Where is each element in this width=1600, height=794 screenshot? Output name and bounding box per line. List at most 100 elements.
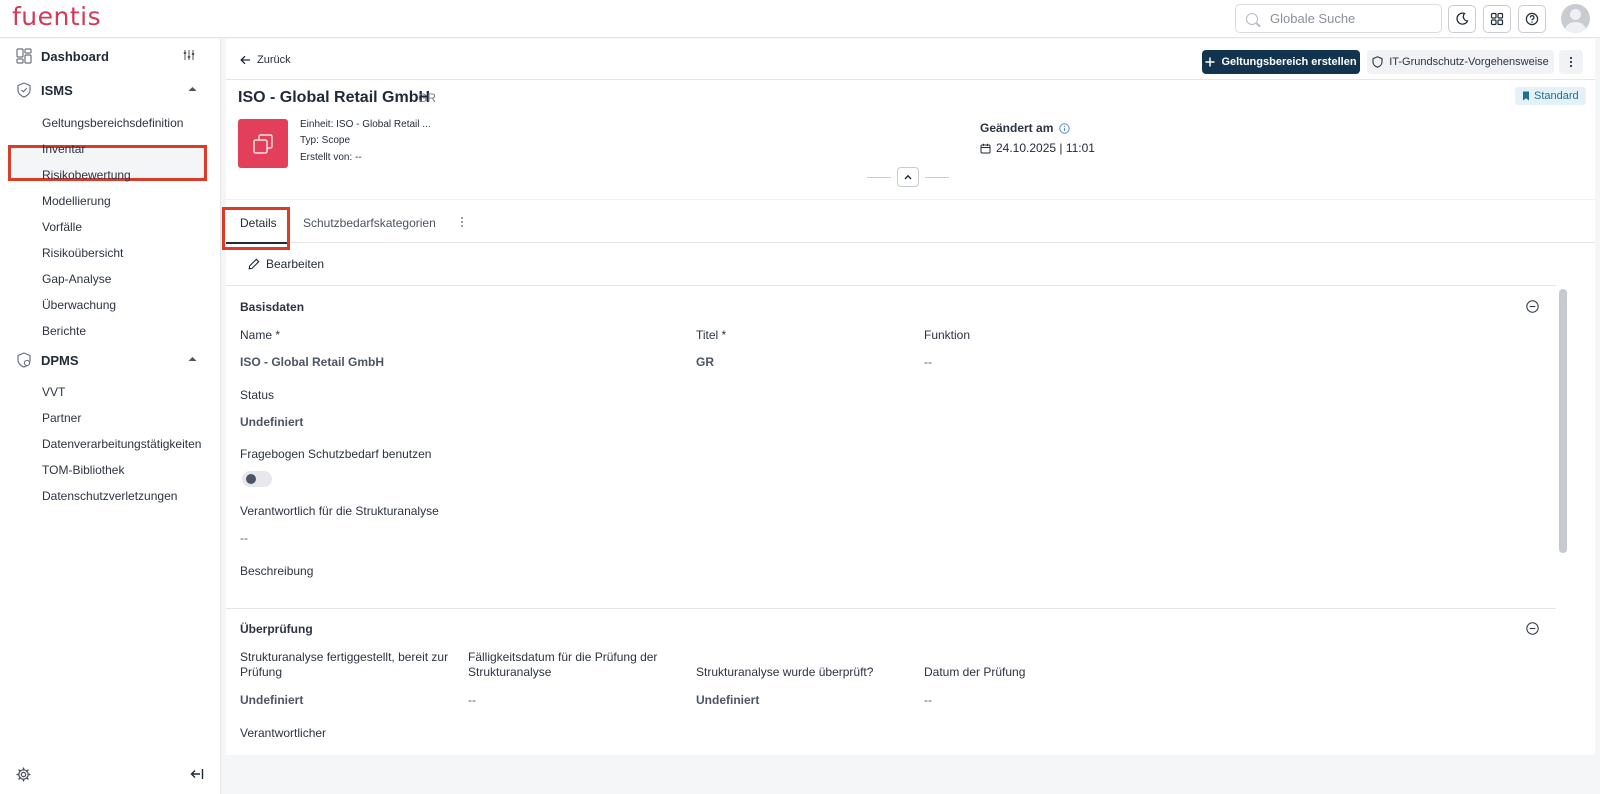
sidebar-item-risikouebersicht[interactable]: Risikoübersicht (42, 246, 123, 260)
field-strukturanalyse-fertig-label-line1: Strukturanalyse fertiggestellt, bereit z… (240, 650, 449, 664)
user-avatar[interactable] (1561, 4, 1590, 33)
sidebar-item-modellierung[interactable]: Modellierung (42, 194, 111, 208)
field-ueberprueft-label: Strukturanalyse wurde überprüft? (696, 665, 874, 679)
field-titel-value: GR (696, 355, 714, 369)
sidebar-label-isms: ISMS (41, 82, 73, 98)
sidebar-item-datenverarbeitungstaetigkeiten[interactable]: Datenverarbeitungstätigkeiten (42, 437, 201, 451)
field-faelligkeitsdatum-label-line1: Fälligkeitsdatum für die Prüfung der (468, 650, 658, 664)
field-strukturanalyse-fertig-label-line2: Prüfung (240, 665, 283, 679)
sidebar-group-dpms[interactable]: DPMS (0, 345, 221, 375)
customize-sliders-icon[interactable] (183, 49, 195, 61)
meta-unit: Einheit: ISO - Global Retail ... (300, 119, 431, 130)
field-status-value: Undefiniert (240, 415, 304, 429)
help-button[interactable] (1518, 5, 1546, 33)
sidebar-label-dpms: DPMS (41, 352, 79, 368)
field-titel-label: Titel * (696, 328, 727, 342)
tab-details-highlight (222, 207, 290, 250)
apps-grid-icon (1490, 12, 1504, 26)
back-link[interactable]: Zurück (240, 54, 291, 66)
kebab-menu-icon (1569, 56, 1573, 68)
pencil-icon (248, 258, 260, 270)
field-status-label: Status (240, 388, 275, 402)
section-ueberpruefung-title: Überprüfung (240, 622, 313, 636)
tabs-more-icon[interactable] (460, 216, 464, 228)
sidebar-item-berichte[interactable]: Berichte (42, 324, 86, 338)
collapse-sidebar-icon[interactable] (190, 768, 204, 780)
section-basisdaten-title: Basisdaten (240, 300, 305, 314)
top-bar: fuentis (0, 0, 1600, 38)
apps-button[interactable] (1483, 5, 1511, 33)
field-ueberprueft-value: Undefiniert (696, 693, 760, 707)
sidebar-item-vvt[interactable]: VVT (42, 385, 65, 399)
fragebogen-toggle[interactable] (242, 471, 272, 487)
main-content: Zurück Geltungsbereich erstellen IT-Grun… (222, 39, 1595, 755)
field-faelligkeitsdatum-value: -- (468, 693, 476, 707)
bookmark-icon (1523, 91, 1529, 101)
sidebar-label-dashboard: Dashboard (41, 48, 109, 64)
dashboard-icon (16, 48, 32, 64)
chevron-up-icon[interactable] (188, 86, 197, 92)
field-datum-pruefung-label: Datum der Prüfung (924, 665, 1026, 679)
chevron-up-icon[interactable] (188, 356, 197, 362)
field-name-value: ISO - Global Retail GmbH (240, 355, 385, 369)
create-scope-button[interactable]: Geltungsbereich erstellen (1202, 50, 1360, 74)
header-collapse-control (867, 167, 949, 187)
edit-button[interactable]: Bearbeiten (248, 257, 324, 271)
field-strukturanalyse-fertig-value: Undefiniert (240, 693, 304, 707)
meta-type: Typ: Scope (300, 135, 351, 146)
sidebar-item-gap-analyse[interactable]: Gap-Analyse (42, 272, 111, 286)
tab-schutzbedarfskategorien[interactable]: Schutzbedarfskategorien (303, 216, 436, 230)
sidebar-item-inventar[interactable]: Inventar (42, 142, 85, 156)
content-scrollbar[interactable] (1559, 289, 1567, 553)
field-funktion-label: Funktion (924, 328, 971, 342)
standard-badge: Standard (1515, 87, 1586, 105)
changed-at-value: 24.10.2025 | 11:01 (980, 141, 1095, 155)
field-fragebogen-label: Fragebogen Schutzbedarf benutzen (240, 447, 432, 461)
create-scope-label: Geltungsbereich erstellen (1221, 56, 1357, 68)
field-name-label: Name * (240, 328, 281, 342)
calendar-icon (980, 143, 991, 153)
collapse-divider-left (867, 176, 891, 178)
shield-check-icon (17, 82, 31, 98)
sidebar-item-dashboard[interactable]: Dashboard (0, 41, 221, 71)
field-strukturanalyse-fertig-label: Strukturanalyse fertiggestellt, bereit z… (240, 650, 448, 680)
chevron-up-icon (904, 174, 912, 180)
sidebar-group-isms[interactable]: ISMS (0, 75, 221, 105)
shield-icon (1372, 56, 1383, 68)
global-search-input[interactable] (1270, 11, 1430, 26)
sidebar-item-geltungsbereichsdefinition[interactable]: Geltungsbereichsdefinition (42, 116, 183, 130)
global-search[interactable] (1235, 4, 1442, 33)
scope-type-icon (238, 119, 288, 168)
collapse-section-icon[interactable] (1526, 622, 1539, 635)
it-grundschutz-button[interactable]: IT-Grundschutz-Vorgehensweise (1367, 50, 1554, 74)
settings-gear-icon[interactable] (16, 767, 31, 782)
sidebar-item-datenschutzverletzungen[interactable]: Datenschutzverletzungen (42, 489, 177, 503)
toolbar-divider (226, 285, 1556, 286)
sidebar-item-partner[interactable]: Partner (42, 411, 81, 425)
header-divider (226, 79, 1595, 80)
info-icon[interactable] (1059, 122, 1071, 134)
entity-short-title: GR (418, 91, 436, 105)
edit-label: Bearbeiten (266, 257, 325, 271)
plus-icon (1205, 57, 1215, 67)
sidebar-item-risikobewertung[interactable]: Risikobewertung (42, 168, 131, 182)
dark-mode-button[interactable] (1448, 5, 1476, 33)
shield-badge-icon (17, 352, 31, 368)
collapse-section-icon[interactable] (1526, 300, 1539, 313)
app-logo[interactable]: fuentis (12, 2, 101, 31)
sidebar: Dashboard ISMS Geltungsbereichsdefinitio… (0, 39, 221, 794)
sidebar-item-vorfaelle[interactable]: Vorfälle (42, 220, 82, 234)
arrow-left-icon (240, 55, 250, 65)
collapse-divider-right (925, 176, 949, 178)
field-beschreibung-label: Beschreibung (240, 564, 314, 578)
sidebar-item-tom-bibliothek[interactable]: TOM-Bibliothek (42, 463, 124, 477)
field-datum-pruefung-value: -- (924, 693, 932, 707)
collapse-header-button[interactable] (897, 167, 919, 187)
more-actions-button[interactable] (1559, 50, 1583, 74)
field-funktion-value: -- (924, 355, 932, 369)
back-label: Zurück (257, 54, 291, 66)
changed-at-text: Geändert am (980, 121, 1054, 135)
field-verantwortlich-label: Verantwortlich für die Strukturanalyse (240, 504, 439, 518)
sidebar-item-ueberwachung[interactable]: Überwachung (42, 298, 116, 312)
it-grundschutz-label: IT-Grundschutz-Vorgehensweise (1389, 56, 1549, 68)
